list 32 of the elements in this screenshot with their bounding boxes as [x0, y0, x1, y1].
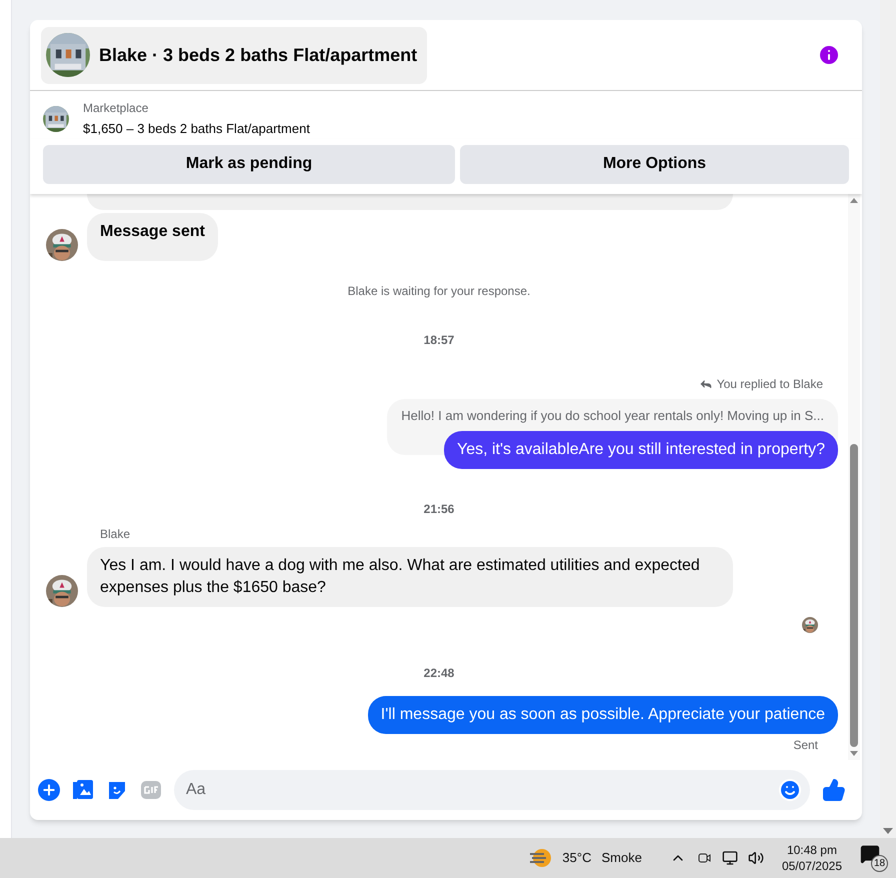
sticker-icon[interactable] [106, 779, 128, 801]
action-button[interactable]: Mark as pending [43, 144, 455, 184]
volume-icon[interactable] [748, 850, 764, 866]
info-icon[interactable] [817, 43, 841, 67]
action-button[interactable]: More Options [460, 144, 849, 184]
timestamp: 22:48 [424, 665, 454, 682]
add-icon[interactable] [38, 779, 60, 801]
weather-icon [528, 847, 552, 869]
message-bubble: I'll message you as soon as possible. Appreciate your patience [368, 696, 838, 734]
sender-name: Blake [100, 526, 132, 543]
clock-time: 10:48 pm [786, 842, 837, 858]
clock-date: 05/07/2025 [782, 858, 842, 874]
photo-icon[interactable] [72, 779, 94, 801]
scrollbar[interactable] [848, 194, 860, 760]
message-bubble: Yes I am. I would have a dog with me also. What are estimated utilities and expected expenses plus the $1650 base? [87, 547, 733, 607]
page-scrollbar[interactable] [880, 0, 896, 838]
temperature: 35°C [562, 849, 592, 868]
timestamp: 18:57 [424, 332, 454, 348]
weather-condition: Smoke [601, 849, 642, 868]
listing-label: Marketplace [83, 100, 150, 117]
status-note: Blake is waiting for your response. [348, 282, 530, 300]
message-bubble: Message sent [87, 212, 218, 260]
delivery-status: Sent [793, 737, 818, 754]
network-icon[interactable] [722, 850, 738, 866]
reply-label: You replied to Blake [716, 376, 823, 392]
conversation-title-button[interactable]: Blake · 3 beds 2 baths Flat/apartment [41, 26, 428, 84]
timestamp: 21:56 [424, 501, 454, 518]
listing-title: $1,650 – 3 beds 2 baths Flat/apartment [83, 120, 310, 138]
message-bubble: Yes, it's availableAre you still interested in property? [444, 431, 838, 469]
like-icon[interactable] [822, 778, 846, 802]
notification-badge: 18 [871, 855, 888, 872]
message-field[interactable]: Aa [174, 770, 810, 810]
